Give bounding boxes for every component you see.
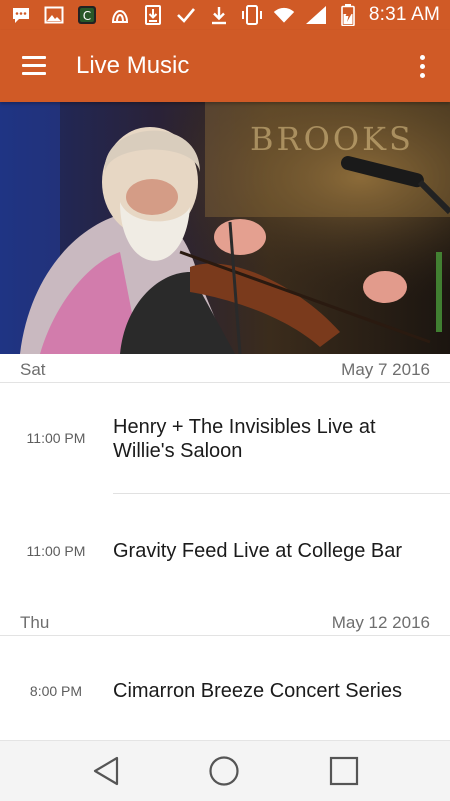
gallery-icon — [43, 4, 65, 26]
date-label: May 7 2016 — [341, 360, 430, 379]
app-bar: Live Music — [0, 30, 450, 102]
more-vert-icon[interactable] — [412, 52, 432, 82]
vibrate-icon — [241, 4, 263, 26]
hero-image: BROOKS — [0, 102, 450, 354]
android-icon — [109, 4, 131, 26]
event-title: Gravity Feed Live at College Bar — [113, 540, 403, 562]
status-bar: C 8:31 AM — [0, 0, 450, 30]
signal-icon — [305, 4, 327, 26]
event-time: 11:00 PM — [26, 430, 86, 446]
day-label: Thu — [20, 613, 50, 632]
date-header: Sat May 7 2016 — [0, 354, 450, 383]
recents-icon[interactable] — [324, 753, 364, 789]
date-label: May 12 2016 — [331, 613, 430, 632]
status-clock: 8:31 AM — [368, 4, 440, 25]
date-header: Thu May 12 2016 — [0, 607, 450, 636]
fiddle-player-photo: BROOKS — [0, 102, 450, 354]
svg-text:BROOKS: BROOKS — [250, 120, 414, 158]
navigation-bar — [0, 740, 450, 801]
app-icon: C — [76, 4, 98, 26]
message-icon — [10, 4, 32, 26]
home-icon[interactable] — [204, 753, 244, 789]
event-title: Cimarron Breeze Concert Series — [113, 680, 402, 702]
system-icons: 8:31 AM — [241, 4, 440, 26]
list-item[interactable]: 11:00 PM Henry + The Invisibles Live at … — [0, 383, 450, 493]
event-time: 8:00 PM — [29, 683, 83, 699]
battery-charging-icon — [337, 4, 359, 26]
list-item[interactable]: 8:00 PM Cimarron Breeze Concert Series — [0, 636, 450, 740]
back-icon[interactable] — [86, 753, 126, 789]
download-box-icon — [142, 4, 164, 26]
notification-icons: C — [10, 4, 230, 26]
page-title: Live Music — [76, 52, 190, 79]
download-icon — [208, 4, 230, 26]
wifi-icon — [273, 4, 295, 26]
day-label: Sat — [20, 360, 46, 379]
hamburger-menu-icon[interactable] — [20, 52, 50, 80]
event-title: Henry + The Invisibles Live at Willie's … — [113, 416, 376, 462]
svg-text:C: C — [83, 9, 91, 23]
event-time: 11:00 PM — [26, 543, 86, 559]
check-icon — [175, 4, 197, 26]
list-item[interactable]: 11:00 PM Gravity Feed Live at College Ba… — [0, 494, 450, 604]
